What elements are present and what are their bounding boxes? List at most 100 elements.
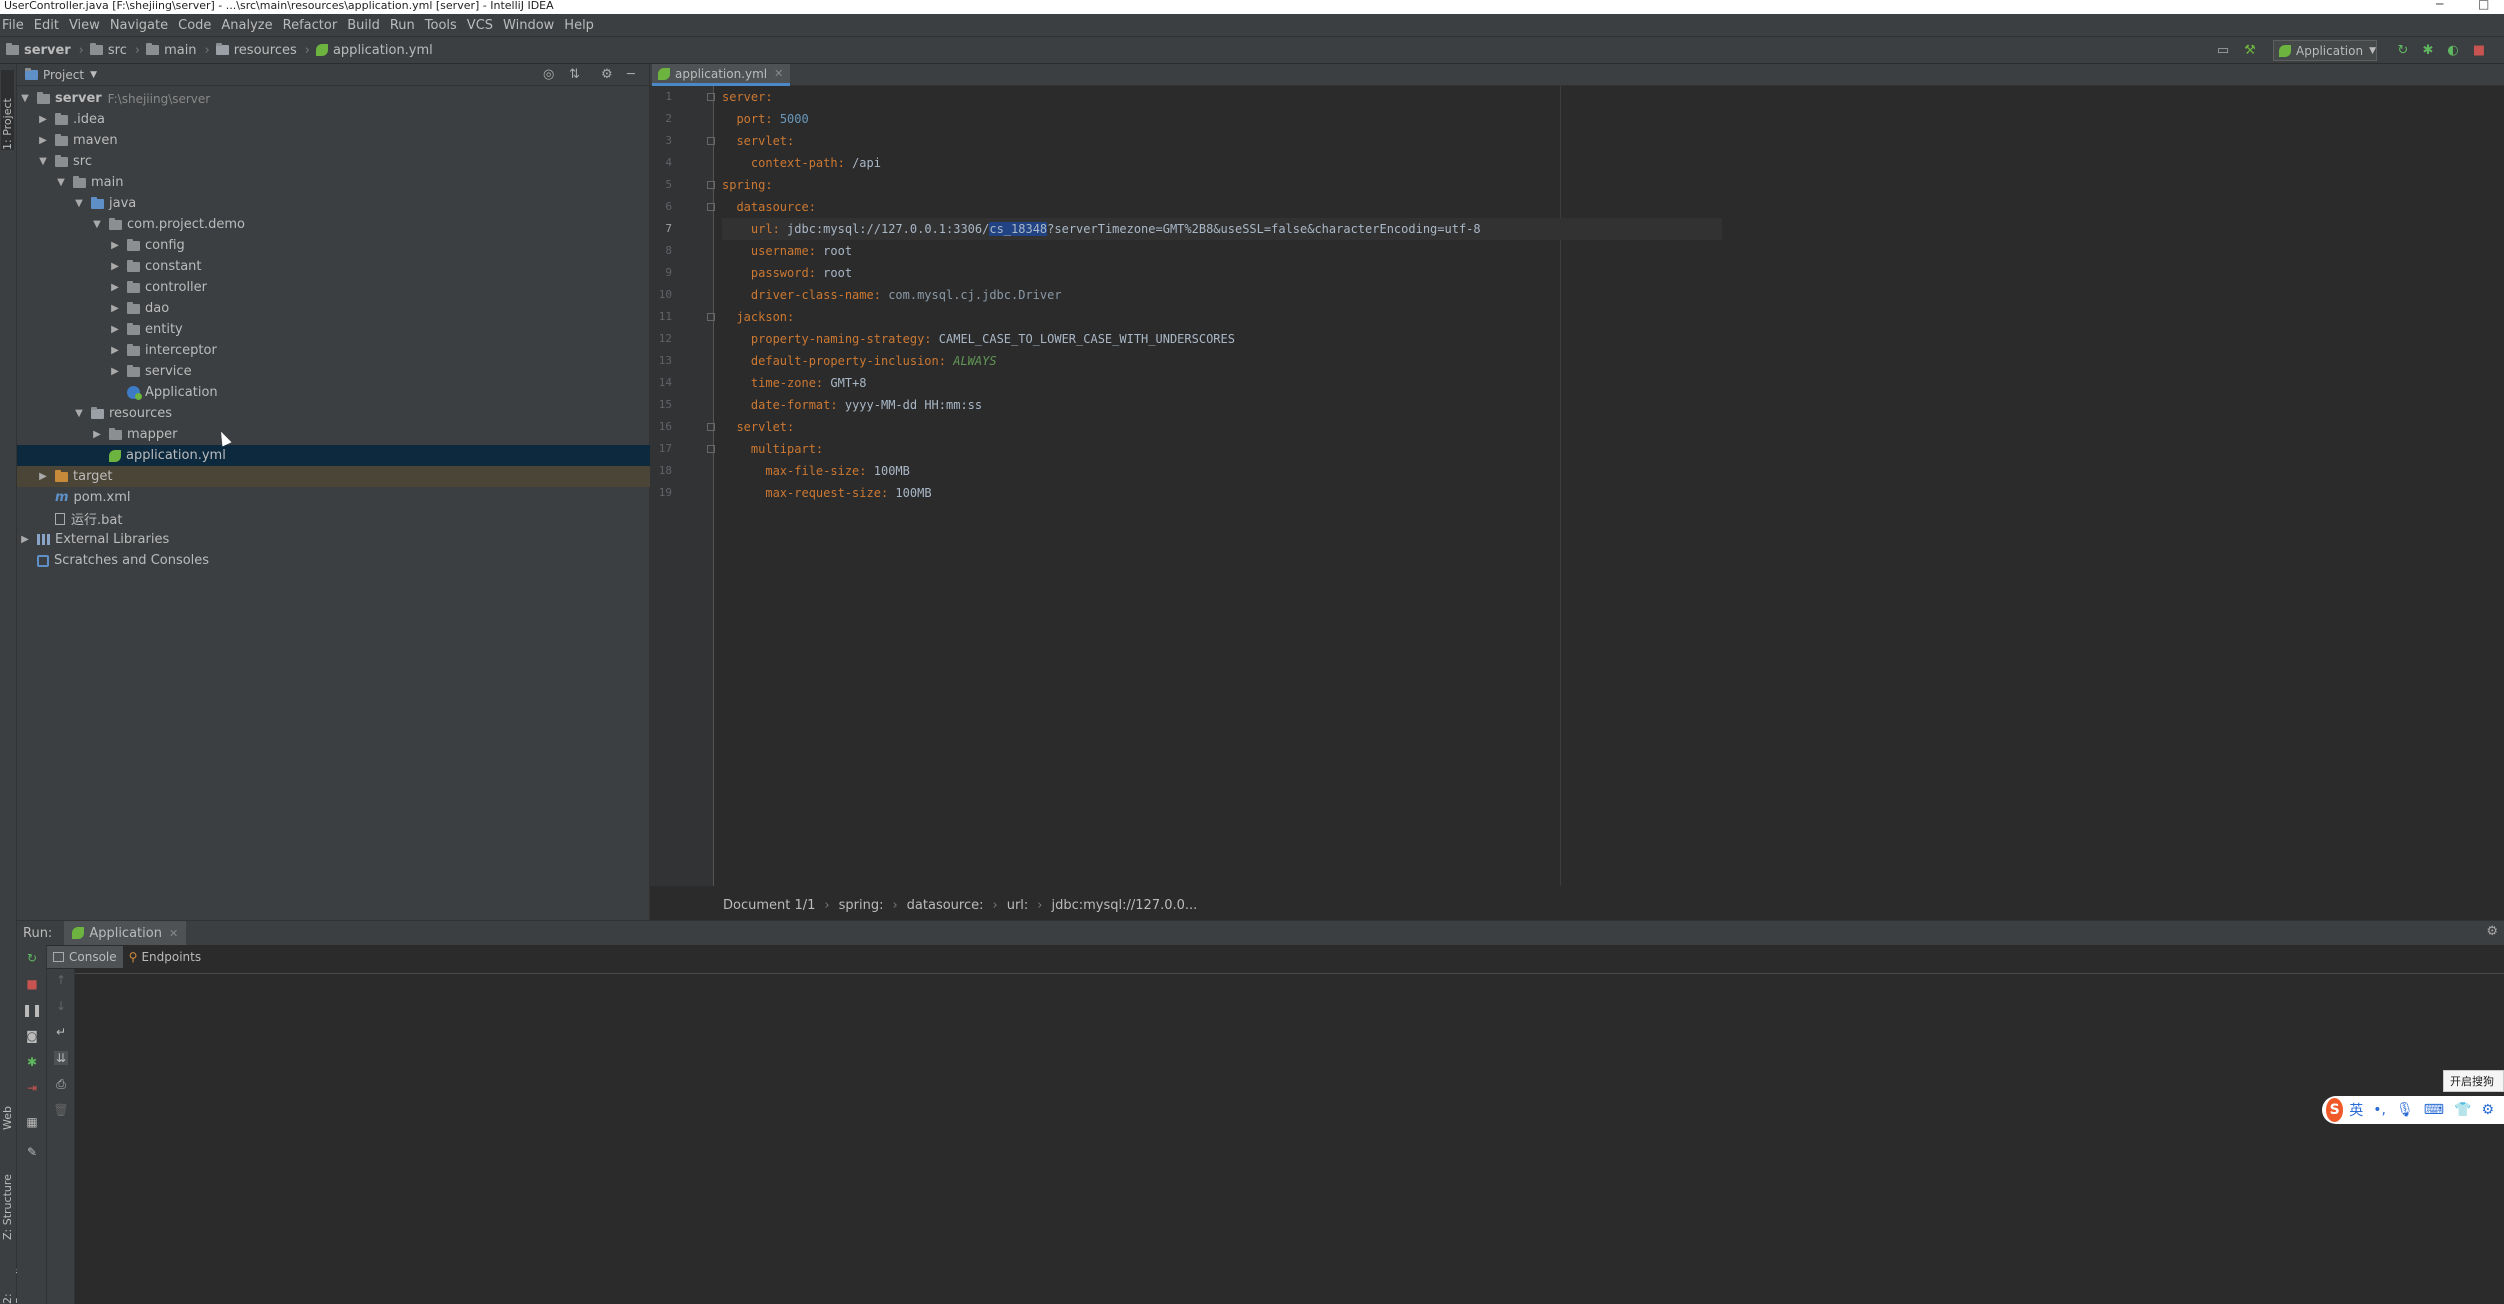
locate-file-icon[interactable]: ◎ (543, 67, 554, 82)
keyboard-icon[interactable]: ⌨ (2424, 1102, 2444, 1118)
collapsed-arrow-icon[interactable]: ▶ (109, 282, 121, 293)
collapsed-arrow-icon[interactable]: ▶ (109, 261, 121, 272)
tree-item-com-project-demo[interactable]: ▼ com.project.demo (17, 214, 650, 235)
expanded-arrow-icon[interactable]: ▼ (91, 219, 103, 230)
breadcrumb-datasource[interactable]: datasource: (907, 898, 984, 913)
menu-code[interactable]: Code (178, 18, 219, 33)
run-tab-application[interactable]: Application ✕ (64, 921, 187, 945)
tree-item-constant[interactable]: ▶ constant (17, 256, 650, 277)
fold-marker-icon[interactable] (707, 181, 715, 189)
expanded-arrow-icon[interactable]: ▼ (19, 93, 31, 104)
tree-item-maven[interactable]: ▶ maven (17, 130, 650, 151)
crumb-main[interactable]: main › (146, 43, 210, 58)
maximize-icon[interactable]: □ (2478, 0, 2489, 10)
collapsed-arrow-icon[interactable]: ▶ (109, 324, 121, 335)
tree-item-application-class[interactable]: Application (17, 382, 650, 403)
tree-item-resources[interactable]: ▼ resources (17, 403, 650, 424)
menu-window[interactable]: Window (503, 18, 562, 33)
tree-item-run-bat[interactable]: 运行.bat (17, 508, 650, 529)
print-icon[interactable]: ⎙ (54, 1077, 68, 1091)
menu-view[interactable]: View (69, 18, 108, 33)
tree-item-mapper[interactable]: ▶ mapper (17, 424, 650, 445)
tree-item-external-libraries[interactable]: ▶ External Libraries (17, 529, 650, 550)
breadcrumb-url[interactable]: url: (1007, 898, 1029, 913)
menu-build[interactable]: Build (347, 18, 388, 33)
hide-panel-icon[interactable]: ─ (627, 67, 635, 82)
tree-item-controller[interactable]: ▶ controller (17, 277, 650, 298)
project-tool-tab[interactable]: 1: Project (1, 70, 14, 150)
collapsed-arrow-icon[interactable]: ▶ (19, 534, 31, 545)
collapsed-arrow-icon[interactable]: ▶ (91, 429, 103, 440)
collapse-all-icon[interactable]: ⇅ (569, 67, 580, 82)
expanded-arrow-icon[interactable]: ▼ (73, 198, 85, 209)
tree-item-application-yml[interactable]: application.yml (17, 445, 650, 466)
expanded-arrow-icon[interactable]: ▼ (73, 408, 85, 419)
fold-marker-icon[interactable] (707, 203, 715, 211)
tree-item-idea[interactable]: ▶ .idea (17, 109, 650, 130)
collapsed-arrow-icon[interactable]: ▶ (109, 303, 121, 314)
collapsed-arrow-icon[interactable]: ▶ (37, 135, 49, 146)
menu-vcs[interactable]: VCS (467, 18, 501, 33)
microphone-icon[interactable]: 🎙 (2396, 1102, 2414, 1118)
breadcrumb-spring[interactable]: spring: (839, 898, 884, 913)
run-configuration-selector[interactable]: Application ▼ (2273, 40, 2377, 61)
tree-item-scratches[interactable]: Scratches and Consoles (17, 550, 650, 571)
menu-file[interactable]: File (2, 18, 32, 33)
structure-tool-tab[interactable]: Z: Structure (1, 1150, 14, 1240)
menu-tools[interactable]: Tools (425, 18, 465, 33)
gear-icon[interactable]: ⚙ (2486, 924, 2498, 939)
rerun-icon[interactable]: ↻ (2396, 43, 2410, 58)
breadcrumb-document[interactable]: Document 1/1 (723, 898, 815, 913)
fold-marker-icon[interactable] (707, 423, 715, 431)
punctuation-icon[interactable]: •, (2373, 1102, 2386, 1118)
collapsed-arrow-icon[interactable]: ▶ (37, 114, 49, 125)
fold-marker-icon[interactable] (707, 93, 715, 101)
menu-edit[interactable]: Edit (34, 18, 67, 33)
tab-console[interactable]: Console (47, 946, 123, 968)
menu-analyze[interactable]: Analyze (221, 18, 280, 33)
build-hammer-icon[interactable]: ⚒ (2243, 43, 2257, 58)
arrow-down-icon[interactable]: ↓ (54, 999, 68, 1013)
coverage-icon[interactable]: ◐ (2446, 43, 2460, 58)
tree-item-server[interactable]: ▼ server F:\shejiing\server (17, 88, 650, 109)
camera-icon[interactable]: ◙ (25, 1029, 39, 1043)
expanded-arrow-icon[interactable]: ▼ (55, 177, 67, 188)
pin-icon[interactable]: ✎ (25, 1145, 39, 1159)
ime-language-toggle[interactable]: 英 (2349, 1100, 2363, 1120)
code-area[interactable]: server: port: 5000 servlet: context-path… (722, 86, 2504, 886)
breadcrumb-url-value[interactable]: jdbc:mysql://127.0.0... (1052, 898, 1198, 913)
pause-icon[interactable]: ❚❚ (22, 1003, 42, 1017)
tree-item-service[interactable]: ▶ service (17, 361, 650, 382)
console-output[interactable] (75, 973, 2504, 1304)
scroll-to-end-icon[interactable]: ⇊ (54, 1051, 68, 1065)
arrow-up-icon[interactable]: ↑ (54, 973, 68, 987)
crumb-resources[interactable]: resources › (215, 43, 310, 58)
crumb-server[interactable]: server › (6, 43, 84, 58)
soft-wrap-icon[interactable]: ↵ (54, 1025, 68, 1039)
fold-marker-icon[interactable] (707, 137, 715, 145)
collapsed-arrow-icon[interactable]: ▶ (109, 240, 121, 251)
collapsed-arrow-icon[interactable]: ▶ (109, 345, 121, 356)
tree-item-pom-xml[interactable]: m pom.xml (17, 487, 650, 508)
tree-item-interceptor[interactable]: ▶ interceptor (17, 340, 650, 361)
tools-icon[interactable]: ⚙ (2481, 1102, 2494, 1118)
tree-item-java[interactable]: ▼ java (17, 193, 650, 214)
exit-icon[interactable]: ⇥ (25, 1081, 39, 1095)
crumb-src[interactable]: src › (89, 43, 140, 58)
menu-help[interactable]: Help (564, 18, 602, 33)
tree-item-dao[interactable]: ▶ dao (17, 298, 650, 319)
layout-icon[interactable]: ▭ (2216, 43, 2230, 58)
tree-item-config[interactable]: ▶ config (17, 235, 650, 256)
menu-navigate[interactable]: Navigate (110, 18, 176, 33)
stop-icon[interactable]: ■ (2472, 43, 2486, 58)
collapsed-arrow-icon[interactable]: ▶ (109, 366, 121, 377)
editor-tab-application-yml[interactable]: application.yml ✕ (652, 64, 790, 86)
crumb-application-yml[interactable]: application.yml (315, 43, 433, 58)
chevron-down-icon[interactable]: ▼ (90, 70, 97, 80)
fold-marker-icon[interactable] (707, 313, 715, 321)
fold-marker-icon[interactable] (707, 445, 715, 453)
menu-refactor[interactable]: Refactor (283, 18, 346, 33)
tree-item-src[interactable]: ▼ src (17, 151, 650, 172)
menu-run[interactable]: Run (390, 18, 423, 33)
close-icon[interactable]: ✕ (169, 927, 178, 940)
